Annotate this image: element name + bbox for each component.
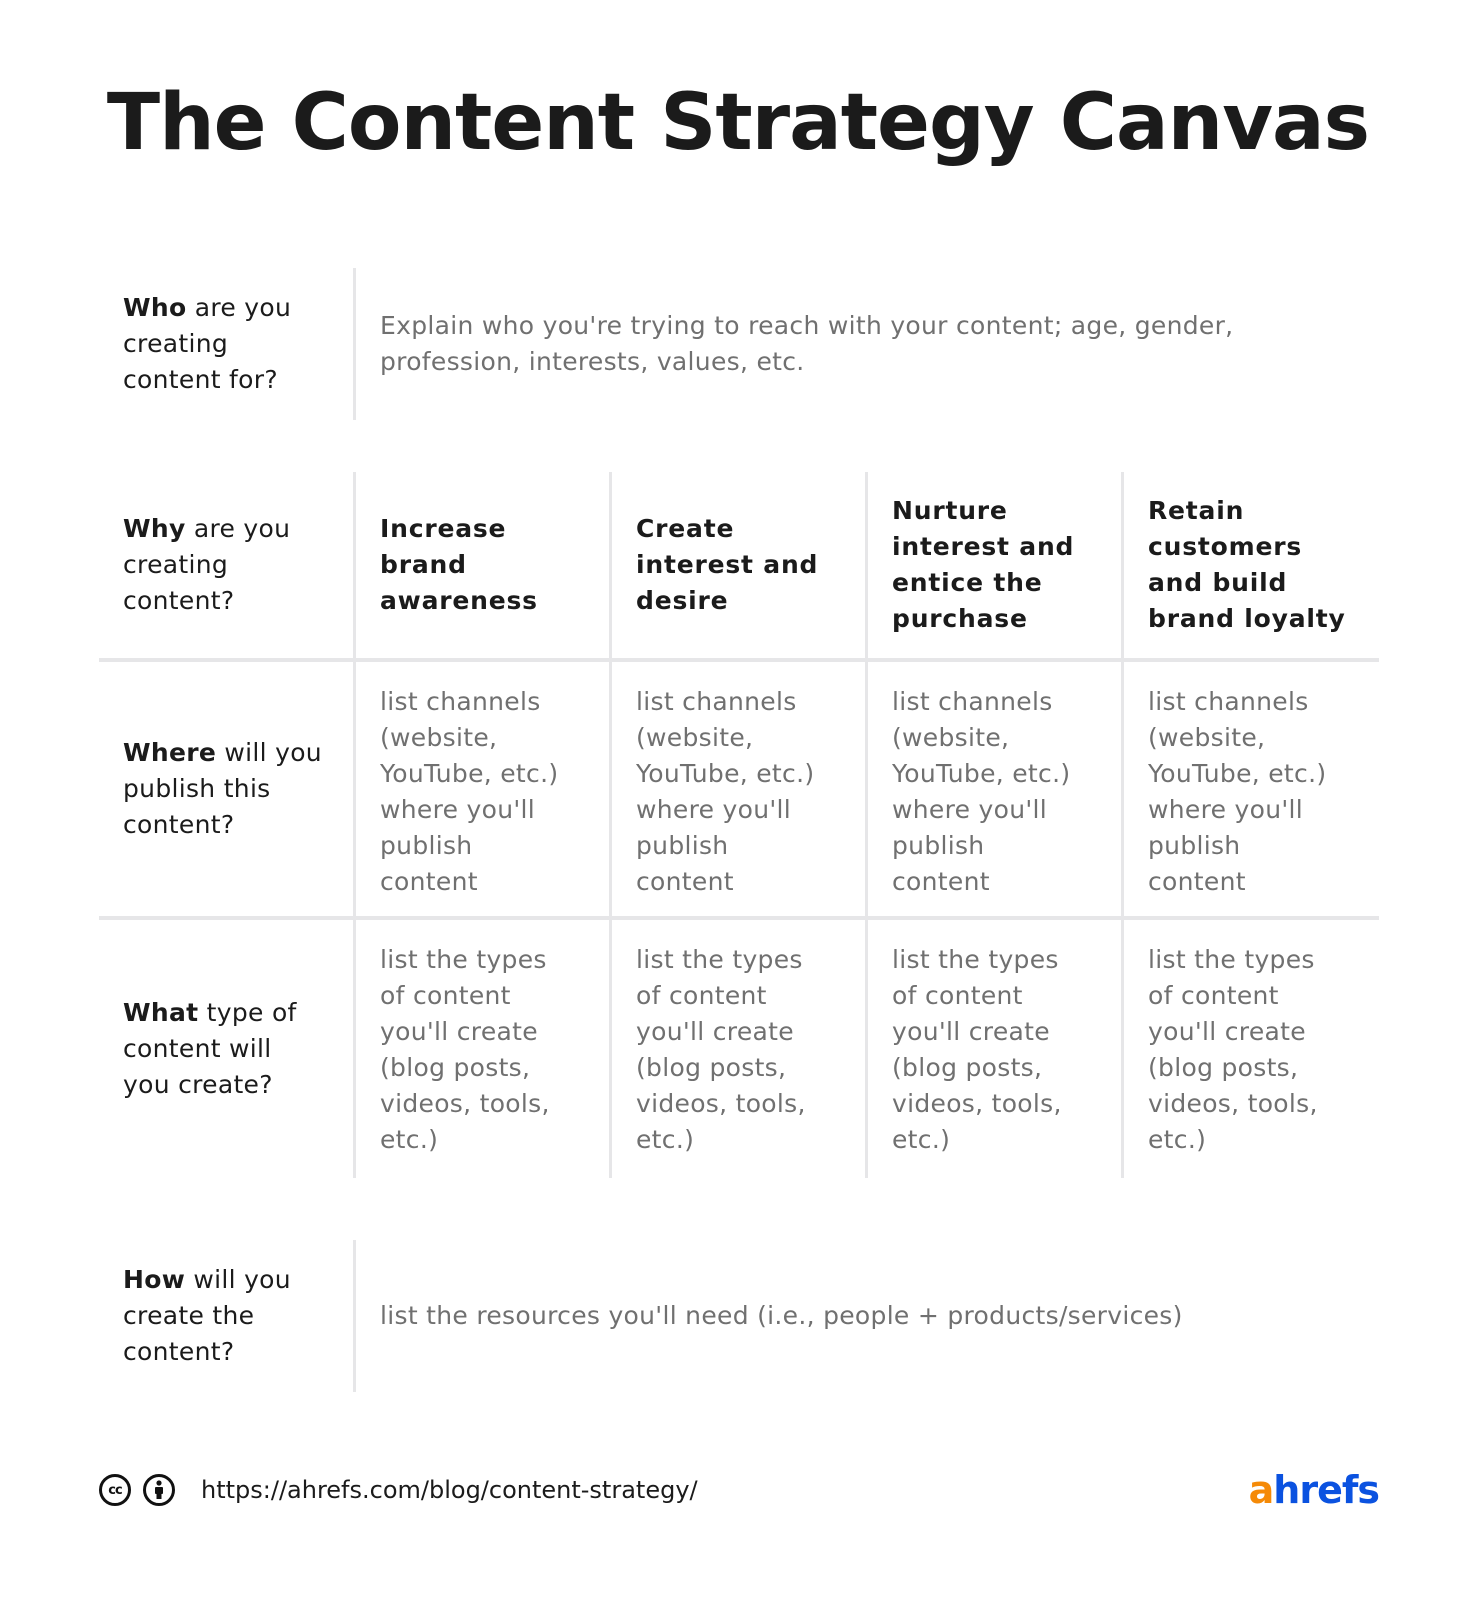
who-label-cell: Who are you creating content for? — [99, 268, 353, 420]
where-label: Where will you publish this content? — [123, 735, 343, 843]
why-col-1: Increase brand awareness — [353, 472, 609, 658]
where-label-cell: Where will you publish this content? — [99, 662, 353, 916]
footer: cc https://ahrefs.com/blog/content-strat… — [99, 1468, 1380, 1512]
why-col-2: Create interest and desire — [609, 472, 865, 658]
logo-rest: hrefs — [1273, 1468, 1380, 1512]
logo-a: a — [1248, 1468, 1275, 1512]
where-row: Where will you publish this content? lis… — [99, 658, 1379, 916]
why-label-cell: Why are you creating content? — [99, 472, 353, 658]
who-label: Who are you creating content for? — [123, 290, 333, 398]
cell-text: list channels (website, YouTube, etc.) w… — [380, 687, 559, 896]
what-label-cell: What type of content will you create? — [99, 920, 353, 1178]
person-glyph — [155, 1480, 163, 1499]
what-cell-2: list the types of content you'll create … — [609, 920, 865, 1178]
what-cell-1: list the types of content you'll create … — [353, 920, 609, 1178]
what-label-bold: What — [123, 998, 199, 1027]
ahrefs-logo: ahrefs — [1248, 1468, 1380, 1512]
why-col-4: Retain customers and build brand loyalty — [1121, 472, 1377, 658]
where-cell-3: list channels (website, YouTube, etc.) w… — [865, 662, 1121, 916]
where-cell-2: list channels (website, YouTube, etc.) w… — [609, 662, 865, 916]
where-label-bold: Where — [123, 738, 217, 767]
how-value-cell: list the resources you'll need (i.e., pe… — [353, 1240, 1379, 1392]
why-label: Why are you creating content? — [123, 511, 323, 619]
who-label-bold: Who — [123, 293, 187, 322]
cell-text: list channels (website, YouTube, etc.) w… — [636, 687, 815, 896]
strategy-grid: Why are you creating content? Increase b… — [99, 472, 1379, 1178]
how-section: How will you create the content? list th… — [99, 1240, 1379, 1392]
who-section: Who are you creating content for? Explai… — [99, 268, 1379, 420]
cell-text: list the types of content you'll create … — [892, 945, 1062, 1154]
source-url-link[interactable]: https://ahrefs.com/blog/content-strategy… — [201, 1476, 698, 1504]
column-header: Increase brand awareness — [380, 514, 538, 615]
column-header: Retain customers and build brand loyalty — [1148, 496, 1346, 633]
how-label-cell: How will you create the content? — [99, 1240, 353, 1392]
how-value: list the resources you'll need (i.e., pe… — [380, 1301, 1183, 1330]
creative-commons-icon: cc — [99, 1474, 131, 1506]
what-label: What type of content will you create? — [123, 995, 323, 1103]
why-col-3: Nurture interest and entice the purchase — [865, 472, 1121, 658]
what-cell-3: list the types of content you'll create … — [865, 920, 1121, 1178]
what-cell-4: list the types of content you'll create … — [1121, 920, 1377, 1178]
what-row: What type of content will you create? li… — [99, 916, 1379, 1178]
cell-text: list channels (website, YouTube, etc.) w… — [892, 687, 1071, 896]
how-label-bold: How — [123, 1265, 186, 1294]
why-label-bold: Why — [123, 514, 186, 543]
column-header: Nurture interest and entice the purchase — [892, 496, 1075, 633]
who-value-cell: Explain who you're trying to reach with … — [353, 268, 1379, 420]
who-value: Explain who you're trying to reach with … — [380, 311, 1234, 376]
where-cell-1: list channels (website, YouTube, etc.) w… — [353, 662, 609, 916]
page-title: The Content Strategy Canvas — [106, 78, 1370, 168]
why-row: Why are you creating content? Increase b… — [99, 472, 1379, 658]
cell-text: list channels (website, YouTube, etc.) w… — [1148, 687, 1327, 896]
how-label: How will you create the content? — [123, 1262, 313, 1370]
cell-text: list the types of content you'll create … — [380, 945, 550, 1154]
cell-text: list the types of content you'll create … — [636, 945, 806, 1154]
cell-text: list the types of content you'll create … — [1148, 945, 1318, 1154]
column-header: Create interest and desire — [636, 514, 819, 615]
cc-glyph: cc — [108, 1482, 122, 1498]
attribution-icon — [143, 1474, 175, 1506]
where-cell-4: list channels (website, YouTube, etc.) w… — [1121, 662, 1377, 916]
